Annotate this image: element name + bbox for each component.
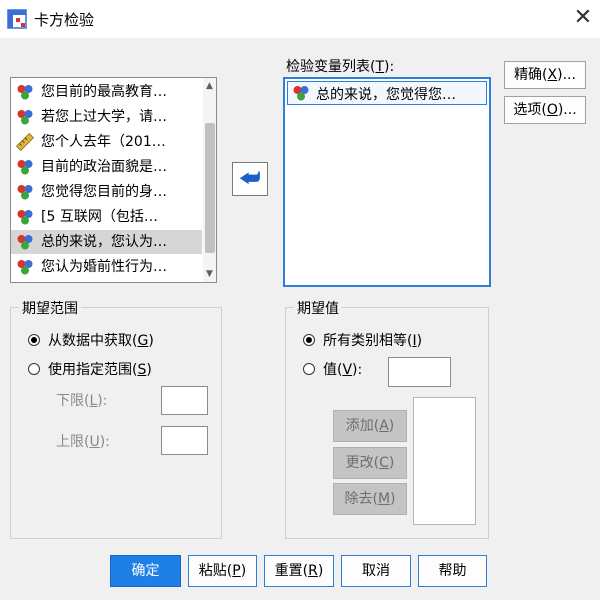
list-item[interactable]: 您觉得您目前的身… xyxy=(11,180,202,204)
list-item-label: 您认为婚前性行为… xyxy=(41,259,167,275)
radio-unselected-icon xyxy=(28,363,40,375)
nominal-variable-icon xyxy=(17,210,33,225)
arrow-left-icon: ⮨ xyxy=(239,166,261,191)
source-variable-list[interactable]: 您目前的最高教育… 若您上过大学，请… 您个人去年（201… 目前的政治面貌是… 您觉得… xyxy=(10,77,217,283)
nominal-variable-icon xyxy=(17,235,33,250)
list-scrollbar[interactable]: ▲ ▼ xyxy=(203,78,216,282)
test-variable-list-label: 检验变量列表(T): xyxy=(286,59,395,75)
group-title: 期望范围 xyxy=(19,298,81,318)
radio-unselected-icon xyxy=(303,363,315,375)
help-button[interactable]: 帮助 xyxy=(418,555,487,587)
window-title: 卡方检验 xyxy=(34,11,95,29)
paste-button[interactable]: 粘贴(P) xyxy=(188,555,257,587)
list-item-label: 您觉得您目前的身… xyxy=(41,184,167,200)
list-item-label: 总的来说，您觉得您… xyxy=(316,87,456,103)
crosstab-app-icon xyxy=(7,9,27,29)
options-button[interactable]: 选项(O)... xyxy=(504,96,586,124)
nominal-variable-icon xyxy=(17,160,33,175)
nominal-variable-icon xyxy=(17,260,33,275)
list-item-label: 若您上过大学，请… xyxy=(41,109,167,125)
list-item-label: 您目前的最高教育… xyxy=(41,84,167,100)
nominal-variable-icon xyxy=(17,110,33,125)
close-icon: ✕ xyxy=(573,5,593,30)
scale-variable-icon xyxy=(16,133,34,151)
change-button[interactable]: 更改(C) xyxy=(333,447,407,479)
list-item[interactable]: 若您上过大学，请… xyxy=(11,105,202,129)
list-item[interactable]: [5 互联网（包括… xyxy=(11,205,202,229)
add-button[interactable]: 添加(A) xyxy=(333,410,407,442)
group-title: 期望值 xyxy=(294,298,342,318)
remove-button[interactable]: 除去(M) xyxy=(333,483,407,515)
exact-button[interactable]: 精确(X)... xyxy=(504,61,586,89)
test-variable-list[interactable]: 总的来说，您觉得您… xyxy=(283,77,491,287)
list-item[interactable]: 您目前的最高教育… xyxy=(11,80,202,104)
radio-selected-icon xyxy=(28,334,40,346)
upper-bound-field[interactable] xyxy=(161,426,208,455)
list-item[interactable]: 目前的政治面貌是… xyxy=(11,155,202,179)
list-item-label: 您个人去年（201… xyxy=(41,134,166,150)
expected-values-list[interactable] xyxy=(413,397,476,525)
cancel-button[interactable]: 取消 xyxy=(341,555,411,587)
list-item[interactable]: 您认为婚前性行为… xyxy=(11,255,202,279)
title-bar: 卡方检验 ✕ xyxy=(0,0,600,38)
ok-button[interactable]: 确定 xyxy=(110,555,181,587)
move-variable-button[interactable]: ⮨ xyxy=(232,162,268,196)
list-item-label: 总的来说，您认为… xyxy=(41,234,167,250)
list-item-label: 目前的政治面貌是… xyxy=(41,159,167,175)
list-item[interactable]: 您个人去年（201… xyxy=(11,130,202,154)
scroll-down-icon[interactable]: ▼ xyxy=(203,267,216,281)
scroll-thumb[interactable] xyxy=(205,123,215,253)
reset-button[interactable]: 重置(R) xyxy=(264,555,334,587)
nominal-variable-icon xyxy=(17,185,33,200)
list-item[interactable]: 总的来说，您认为… xyxy=(11,230,202,254)
list-item-label: [5 互联网（包括… xyxy=(41,209,158,225)
scroll-up-icon[interactable]: ▲ xyxy=(203,79,216,93)
lower-bound-field[interactable] xyxy=(161,386,208,415)
nominal-variable-icon xyxy=(293,86,309,101)
value-input[interactable] xyxy=(388,357,451,387)
radio-selected-icon xyxy=(303,334,315,346)
expected-range-group: 期望范围 从数据中获取(G) 使用指定范围(S) 下限(L): 上限(U): xyxy=(10,298,222,539)
list-item[interactable]: 总的来说，您觉得您… xyxy=(287,81,487,105)
lower-bound-label: 下限(L): xyxy=(56,393,108,409)
close-button[interactable]: ✕ xyxy=(568,3,598,33)
nominal-variable-icon xyxy=(17,85,33,100)
upper-bound-label: 上限(U): xyxy=(56,434,110,450)
